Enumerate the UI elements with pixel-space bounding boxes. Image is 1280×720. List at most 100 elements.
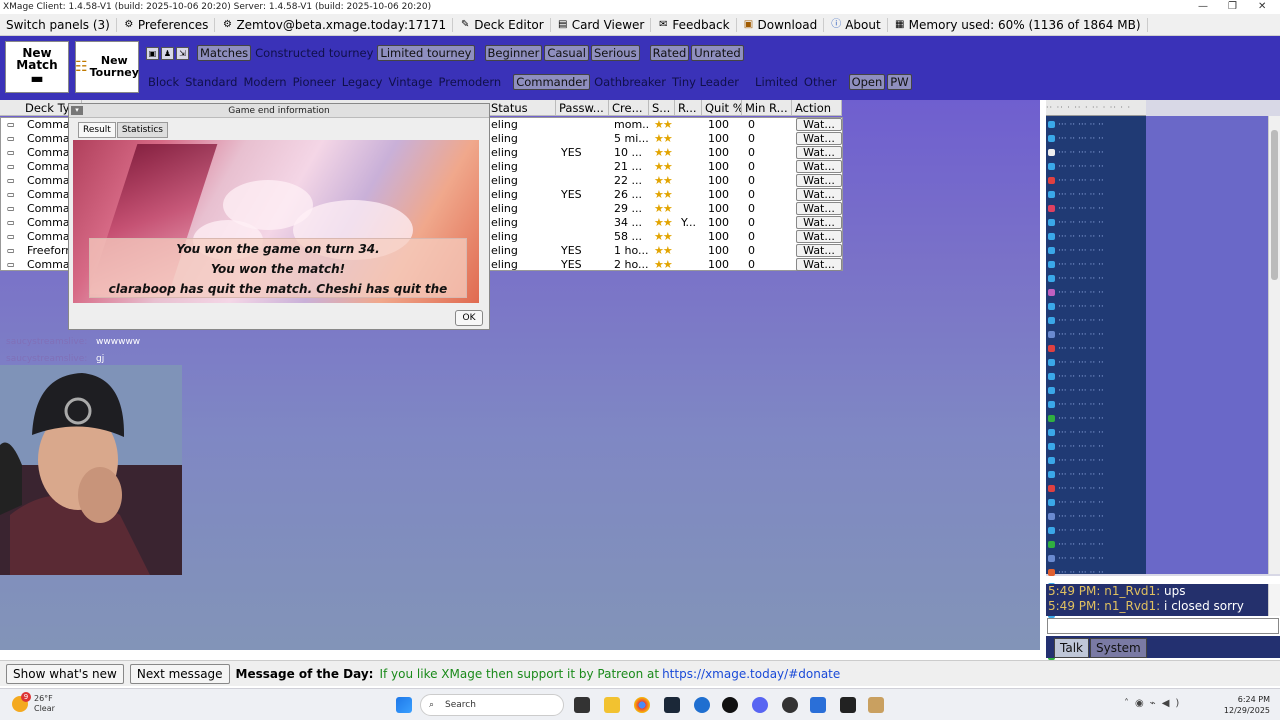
players-scrollbar[interactable] xyxy=(1268,116,1280,574)
filter-unrated[interactable]: Unrated xyxy=(691,45,744,61)
watch-button[interactable]: Wat... xyxy=(796,216,842,229)
filter-pw[interactable]: PW xyxy=(887,74,912,90)
filter-open[interactable]: Open xyxy=(848,74,886,90)
app-icon[interactable] xyxy=(810,697,826,713)
player-row[interactable]: ··· ·· ··· ·· ·· xyxy=(1048,202,1144,216)
filter-premodern[interactable]: Premodern xyxy=(436,74,503,90)
xmage-icon[interactable] xyxy=(868,697,884,713)
col-min-rating[interactable]: Min R... xyxy=(742,100,792,116)
watch-button[interactable]: Wat... xyxy=(796,146,842,159)
weather-widget[interactable]: 9 26°F Clear xyxy=(12,692,55,714)
player-row[interactable]: ··· ·· ··· ·· ·· xyxy=(1048,244,1144,258)
col-skill[interactable]: S... xyxy=(649,100,675,116)
player-row[interactable]: ··· ·· ··· ·· ·· xyxy=(1048,426,1144,440)
obs-icon[interactable] xyxy=(722,697,738,713)
menu-download[interactable]: ▣ Download xyxy=(737,17,825,32)
filter-beginner[interactable]: Beginner xyxy=(484,45,543,61)
talk-scrollbar[interactable] xyxy=(1268,584,1280,616)
menu-connection[interactable]: ⚙ Zemtov@beta.xmage.today:17171 xyxy=(215,17,454,32)
filter-block[interactable]: Block xyxy=(146,74,181,90)
watch-button[interactable]: Wat... xyxy=(796,160,842,173)
menu-card-viewer[interactable]: ▤ Card Viewer xyxy=(551,17,652,32)
menu-switch-panels[interactable]: Switch panels (3) xyxy=(0,17,117,32)
close-button[interactable]: ✕ xyxy=(1258,0,1266,14)
player-row[interactable]: ··· ·· ··· ·· ·· xyxy=(1048,230,1144,244)
task-view-icon[interactable] xyxy=(574,697,590,713)
player-row[interactable]: ··· ·· ··· ·· ·· xyxy=(1048,272,1144,286)
filter-vintage[interactable]: Vintage xyxy=(386,74,434,90)
player-row[interactable]: ··· ·· ··· ·· ·· xyxy=(1048,314,1144,328)
player-row[interactable]: ··· ·· ··· ·· ·· xyxy=(1048,258,1144,272)
player-row[interactable]: ··· ·· ··· ·· ·· xyxy=(1048,496,1144,510)
watch-button[interactable]: Wat... xyxy=(796,132,842,145)
dialog-titlebar[interactable]: ▾ Game end information xyxy=(69,104,489,118)
steam-icon[interactable] xyxy=(664,697,680,713)
file-explorer-icon[interactable] xyxy=(604,697,620,713)
watch-button[interactable]: Wat... xyxy=(796,258,842,271)
chevron-down-icon[interactable]: ▾ xyxy=(71,106,83,115)
filter-commander[interactable]: Commander xyxy=(513,74,591,90)
col-password[interactable]: Passw... xyxy=(556,100,609,116)
player-row[interactable]: ··· ·· ··· ·· ·· xyxy=(1048,342,1144,356)
terminal-icon[interactable] xyxy=(840,697,856,713)
filter-limited[interactable]: Limited xyxy=(753,74,800,90)
player-row[interactable]: ··· ·· ··· ·· ·· xyxy=(1048,566,1144,580)
player-row[interactable]: ··· ·· ··· ·· ·· xyxy=(1048,454,1144,468)
player-row[interactable]: ··· ·· ··· ·· ·· xyxy=(1048,524,1144,538)
watch-button[interactable]: Wat... xyxy=(796,174,842,187)
player-row[interactable]: ··· ·· ··· ·· ·· xyxy=(1048,398,1144,412)
player-row[interactable]: ··· ·· ··· ·· ·· xyxy=(1048,146,1144,160)
filter-casual[interactable]: Casual xyxy=(544,45,589,61)
filter-constructed-tourney[interactable]: Constructed tourney xyxy=(253,45,375,61)
player-row[interactable]: ··· ·· ··· ·· ·· xyxy=(1048,356,1144,370)
filter-legacy[interactable]: Legacy xyxy=(340,74,385,90)
player-icon[interactable]: ♟ xyxy=(161,46,174,60)
tab-result[interactable]: Result xyxy=(78,122,116,138)
ok-button[interactable]: OK xyxy=(455,310,483,326)
next-message-button[interactable]: Next message xyxy=(129,663,230,684)
player-row[interactable]: ··· ·· ··· ·· ·· xyxy=(1048,552,1144,566)
new-match-button[interactable]: New Match ▬ xyxy=(5,41,69,93)
menu-deck-editor[interactable]: ✎ Deck Editor xyxy=(453,17,551,32)
player-row[interactable]: ··· ·· ··· ·· ·· xyxy=(1048,132,1144,146)
player-row[interactable]: ··· ·· ··· ·· ·· xyxy=(1048,216,1144,230)
browser-icon[interactable] xyxy=(694,697,710,713)
watch-button[interactable]: Wat... xyxy=(796,244,842,257)
filter-matches[interactable]: Matches xyxy=(197,45,252,61)
player-row[interactable]: ··· ·· ··· ·· ·· xyxy=(1048,440,1144,454)
tab-talk[interactable]: Talk xyxy=(1054,638,1089,658)
menu-about[interactable]: ⓘ About xyxy=(824,17,888,32)
col-rated[interactable]: R... xyxy=(675,100,702,116)
menu-feedback[interactable]: ✉ Feedback xyxy=(651,17,737,32)
filter-serious[interactable]: Serious xyxy=(590,45,640,61)
minimize-button[interactable]: — xyxy=(1198,0,1208,14)
filter-oathbreaker[interactable]: Oathbreaker xyxy=(592,74,668,90)
taskbar-search[interactable]: ⌕ Search xyxy=(420,694,564,716)
col-action[interactable]: Action xyxy=(792,100,842,116)
tab-system[interactable]: System xyxy=(1089,638,1147,658)
player-row[interactable]: ··· ·· ··· ·· ·· xyxy=(1048,384,1144,398)
scroll-thumb[interactable] xyxy=(1271,130,1278,280)
player-row[interactable]: ··· ·· ··· ·· ·· xyxy=(1048,468,1144,482)
player-row[interactable]: ··· ·· ··· ·· ·· xyxy=(1048,300,1144,314)
player-row[interactable]: ··· ·· ··· ·· ·· xyxy=(1048,118,1144,132)
menu-preferences[interactable]: ⚙ Preferences xyxy=(117,17,216,32)
player-row[interactable]: ··· ·· ··· ·· ·· xyxy=(1048,286,1144,300)
filter-standard[interactable]: Standard xyxy=(183,74,239,90)
player-row[interactable]: ··· ·· ··· ·· ·· xyxy=(1048,482,1144,496)
expand-icon[interactable]: ⇲ xyxy=(176,46,189,60)
taskbar-clock[interactable]: 6:24 PM 12/29/2025 xyxy=(1220,694,1270,716)
col-quit[interactable]: Quit % xyxy=(702,100,742,116)
system-tray-icons[interactable]: ˄◉⌁◀) xyxy=(1124,698,1185,709)
col-created[interactable]: Cre... xyxy=(609,100,649,116)
watch-button[interactable]: Wat... xyxy=(796,202,842,215)
tab-statistics[interactable]: Statistics xyxy=(116,122,168,138)
watch-button[interactable]: Wat... xyxy=(796,118,842,131)
player-row[interactable]: ··· ·· ··· ·· ·· xyxy=(1048,412,1144,426)
watch-button[interactable]: Wat... xyxy=(796,188,842,201)
show-whats-new-button[interactable]: Show what's new xyxy=(6,663,124,684)
player-row[interactable]: ··· ·· ··· ·· ·· xyxy=(1048,510,1144,524)
player-row[interactable]: ··· ·· ··· ·· ·· xyxy=(1048,174,1144,188)
filter-rated[interactable]: Rated xyxy=(649,45,690,61)
player-row[interactable]: ··· ·· ··· ·· ·· xyxy=(1048,328,1144,342)
